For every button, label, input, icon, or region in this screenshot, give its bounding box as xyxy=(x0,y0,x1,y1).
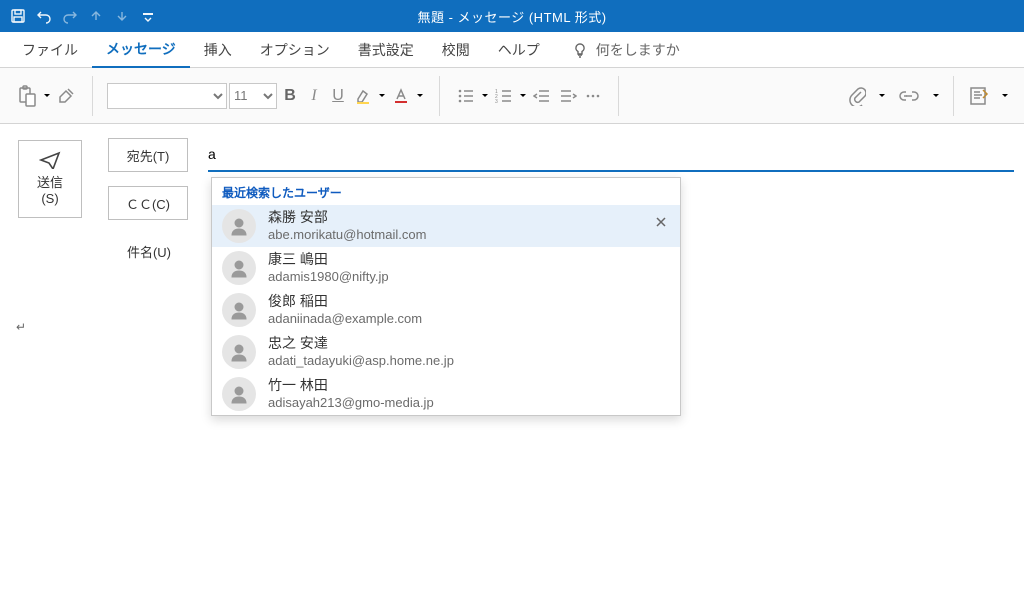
numbering-button[interactable]: 123 xyxy=(492,81,516,111)
paste-dropdown[interactable] xyxy=(42,93,52,99)
arrow-up-icon[interactable] xyxy=(84,2,108,30)
bullets-dropdown[interactable] xyxy=(480,93,490,99)
suggestion-name: 俊郎 稲田 xyxy=(268,293,422,311)
font-color-dropdown[interactable] xyxy=(415,93,425,99)
ribbon: 11 B I U 123 xyxy=(0,68,1024,124)
cc-button[interactable]: ＣＣ(C) xyxy=(108,186,188,220)
suggestions-header: 最近検索したユーザー xyxy=(212,178,680,205)
send-icon xyxy=(39,151,61,169)
signature-button[interactable] xyxy=(966,81,992,111)
tab-message[interactable]: メッセージ xyxy=(92,32,190,68)
send-button[interactable]: 送信 (S) xyxy=(18,140,82,218)
highlight-button[interactable] xyxy=(351,81,375,111)
suggestion-email: adaniinada@example.com xyxy=(268,311,422,327)
tab-insert[interactable]: 挿入 xyxy=(190,32,246,68)
suggestion-email: adati_tadayuki@asp.home.ne.jp xyxy=(268,353,454,369)
subject-label: 件名(U) xyxy=(108,242,190,261)
person-icon xyxy=(222,293,256,327)
person-icon xyxy=(222,377,256,411)
attach-file-button[interactable] xyxy=(845,81,869,111)
tab-format[interactable]: 書式設定 xyxy=(344,32,428,68)
paragraph-mark: ↵ xyxy=(16,320,26,334)
redo-icon[interactable] xyxy=(58,2,82,30)
suggestion-name: 康三 嶋田 xyxy=(268,251,389,269)
tab-help[interactable]: ヘルプ xyxy=(484,32,554,68)
tab-file[interactable]: ファイル xyxy=(8,32,92,68)
arrow-down-icon[interactable] xyxy=(110,2,134,30)
highlight-dropdown[interactable] xyxy=(377,93,387,99)
suggestion-item[interactable]: 忠之 安達adati_tadayuki@asp.home.ne.jp xyxy=(212,331,680,373)
undo-icon[interactable] xyxy=(32,2,56,30)
lightbulb-icon xyxy=(572,42,588,58)
to-field[interactable] xyxy=(208,138,1014,172)
font-size-select[interactable]: 11 xyxy=(229,83,277,109)
suggestion-name: 竹一 林田 xyxy=(268,377,434,395)
suggestion-name: 忠之 安達 xyxy=(268,335,454,353)
person-icon xyxy=(222,251,256,285)
suggestion-name: 森勝 安部 xyxy=(268,209,426,227)
suggestion-item[interactable]: 俊郎 稲田adaniinada@example.com xyxy=(212,289,680,331)
send-label: 送信 (S) xyxy=(37,175,63,206)
quick-access-toolbar xyxy=(0,0,160,32)
svg-text:3: 3 xyxy=(495,99,498,104)
font-name-select[interactable] xyxy=(107,83,227,109)
recipient-suggestions: 最近検索したユーザー 森勝 安部abe.morikatu@hotmail.com… xyxy=(211,177,681,416)
tab-options[interactable]: オプション xyxy=(246,32,344,68)
italic-button[interactable]: I xyxy=(303,81,325,111)
person-icon xyxy=(222,209,256,243)
bold-button[interactable]: B xyxy=(279,81,301,111)
tab-review[interactable]: 校閲 xyxy=(428,32,484,68)
attach-dropdown[interactable] xyxy=(877,93,887,99)
suggestion-item[interactable]: 森勝 安部abe.morikatu@hotmail.com xyxy=(212,205,680,247)
suggestion-email: adisayah213@gmo-media.jp xyxy=(268,395,434,411)
font-color-button[interactable] xyxy=(389,81,413,111)
more-para-icon[interactable] xyxy=(582,81,604,111)
person-icon xyxy=(222,335,256,369)
format-painter-icon[interactable] xyxy=(54,81,78,111)
ribbon-tabs: ファイル メッセージ 挿入 オプション 書式設定 校閲 ヘルプ 何をしますか xyxy=(0,32,1024,68)
signature-dropdown[interactable] xyxy=(1000,93,1010,99)
suggestion-item[interactable]: 竹一 林田adisayah213@gmo-media.jp xyxy=(212,373,680,415)
underline-button[interactable]: U xyxy=(327,81,349,111)
paste-button[interactable] xyxy=(14,81,40,111)
indent-button[interactable] xyxy=(556,81,580,111)
remove-suggestion-icon[interactable] xyxy=(652,213,670,231)
to-button[interactable]: 宛先(T) xyxy=(108,138,188,172)
customize-qat-icon[interactable] xyxy=(136,2,160,30)
outdent-button[interactable] xyxy=(530,81,554,111)
suggestion-email: abe.morikatu@hotmail.com xyxy=(268,227,426,243)
save-icon[interactable] xyxy=(6,2,30,30)
tell-me[interactable]: 何をしますか xyxy=(572,40,680,60)
suggestion-email: adamis1980@nifty.jp xyxy=(268,269,389,285)
tell-me-label: 何をしますか xyxy=(596,40,680,60)
link-button[interactable] xyxy=(895,81,923,111)
title-bar: 無題 - メッセージ (HTML 形式) xyxy=(0,0,1024,32)
numbering-dropdown[interactable] xyxy=(518,93,528,99)
link-dropdown[interactable] xyxy=(931,93,941,99)
bullets-button[interactable] xyxy=(454,81,478,111)
suggestion-item[interactable]: 康三 嶋田adamis1980@nifty.jp xyxy=(212,247,680,289)
